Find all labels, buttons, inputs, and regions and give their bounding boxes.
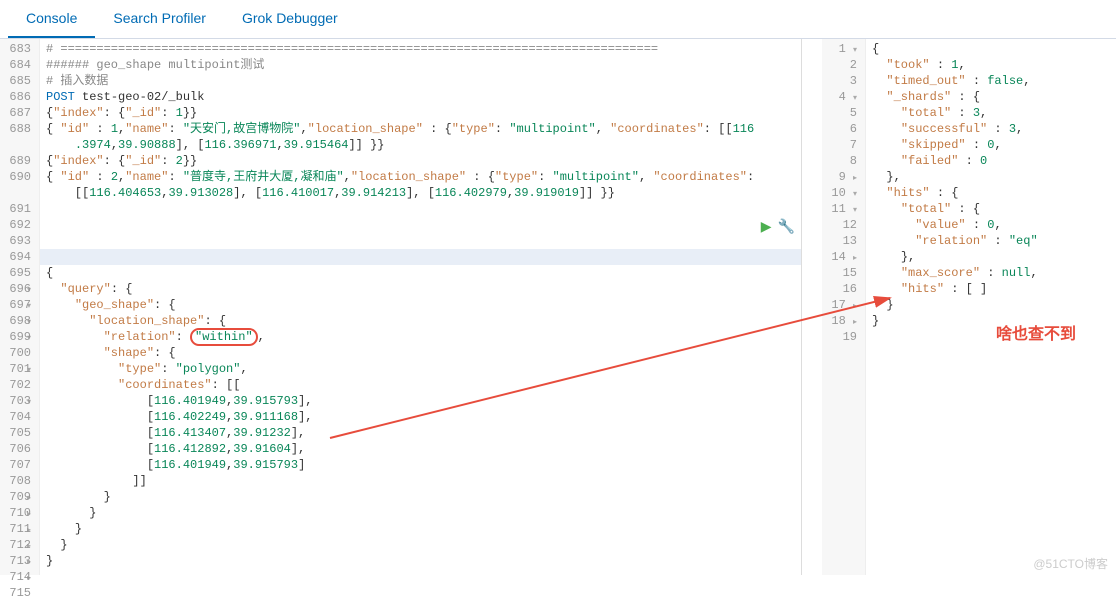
tab-console[interactable]: Console (8, 0, 95, 38)
editor-code[interactable]: # ======================================… (40, 39, 801, 575)
play-icon[interactable]: ▶ (761, 219, 772, 236)
editor-gutter: 683 684 685 686 687 688 689 690 691 692 … (0, 39, 40, 575)
annotation-text: 啥也查不到 (996, 320, 1076, 344)
tab-grok-debugger[interactable]: Grok Debugger (224, 0, 356, 38)
response-panel: 1 ▾2 3 4 ▾5 6 7 8 9 ▸10 ▾11 ▾12 13 14 ▸1… (822, 39, 1116, 575)
tab-search-profiler[interactable]: Search Profiler (95, 0, 224, 38)
watermark: @51CTO博客 (1033, 555, 1108, 572)
tab-bar: Console Search Profiler Grok Debugger (0, 0, 1116, 39)
editor-actions: ▶ 🔧 (761, 219, 795, 236)
response-gutter: 1 ▾2 3 4 ▾5 6 7 8 9 ▸10 ▾11 ▾12 13 14 ▸1… (822, 39, 866, 575)
content-area: 683 684 685 686 687 688 689 690 691 692 … (0, 39, 1116, 575)
panel-gap (802, 39, 822, 575)
response-code[interactable]: { "took" : 1, "timed_out" : false, "_sha… (866, 39, 1116, 575)
wrench-icon[interactable]: 🔧 (778, 219, 795, 236)
request-editor[interactable]: 683 684 685 686 687 688 689 690 691 692 … (0, 39, 802, 575)
